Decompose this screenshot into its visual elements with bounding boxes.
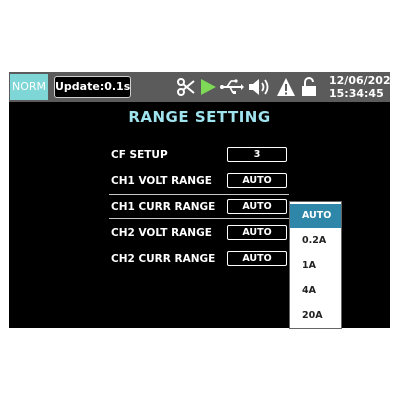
dropdown-option-auto[interactable]: AUTO	[290, 204, 341, 228]
warning-icon[interactable]	[276, 77, 296, 97]
speaker-icon[interactable]	[248, 77, 272, 97]
ch1-volt-range-field[interactable]: AUTO	[227, 173, 287, 188]
dropdown-option-0.2a[interactable]: 0.2A	[290, 229, 341, 253]
page-title: RANGE SETTING	[128, 108, 271, 126]
usb-icon	[220, 79, 244, 94]
time-text: 15:34:45	[329, 87, 384, 100]
ch2-curr-range-field[interactable]: AUTO	[227, 251, 287, 266]
status-bar: NORM Update:0.1s 12/06/2026 15:34:45	[9, 72, 398, 102]
ch1-curr-range-field[interactable]: AUTO	[227, 199, 287, 214]
ch1-curr-range-label: CH1 CURR RANGE	[111, 201, 216, 213]
selection-line-bottom	[109, 218, 289, 219]
dropdown-option-4a[interactable]: 4A	[290, 279, 341, 303]
cf-setup-field[interactable]: 3	[227, 147, 287, 162]
ch2-volt-range-field[interactable]: AUTO	[227, 225, 287, 240]
unlock-icon[interactable]	[300, 77, 318, 97]
cf-setup-label: CF SETUP	[111, 149, 168, 161]
device-screen: NORM Update:0.1s 12/06/2026 15:34:45 RAN…	[9, 72, 398, 329]
date-text: 12/06/2026	[329, 74, 399, 87]
range-dropdown[interactable]: AUTO 0.2A 1A 4A 20A	[289, 201, 342, 329]
scissors-icon[interactable]	[177, 77, 195, 97]
ch1-volt-range-label: CH1 VOLT RANGE	[111, 175, 212, 187]
ch2-volt-range-label: CH2 VOLT RANGE	[111, 227, 212, 239]
selection-line-top	[109, 194, 289, 195]
ch2-curr-range-label: CH2 CURR RANGE	[111, 253, 216, 265]
dropdown-option-20a[interactable]: 20A	[290, 304, 341, 328]
update-rate-button[interactable]: Update:0.1s	[54, 76, 131, 98]
clock: 12/06/2026 15:34:45	[329, 74, 398, 100]
play-icon[interactable]	[199, 77, 217, 97]
dropdown-option-1a[interactable]: 1A	[290, 254, 341, 278]
mode-indicator[interactable]: NORM	[10, 74, 48, 100]
